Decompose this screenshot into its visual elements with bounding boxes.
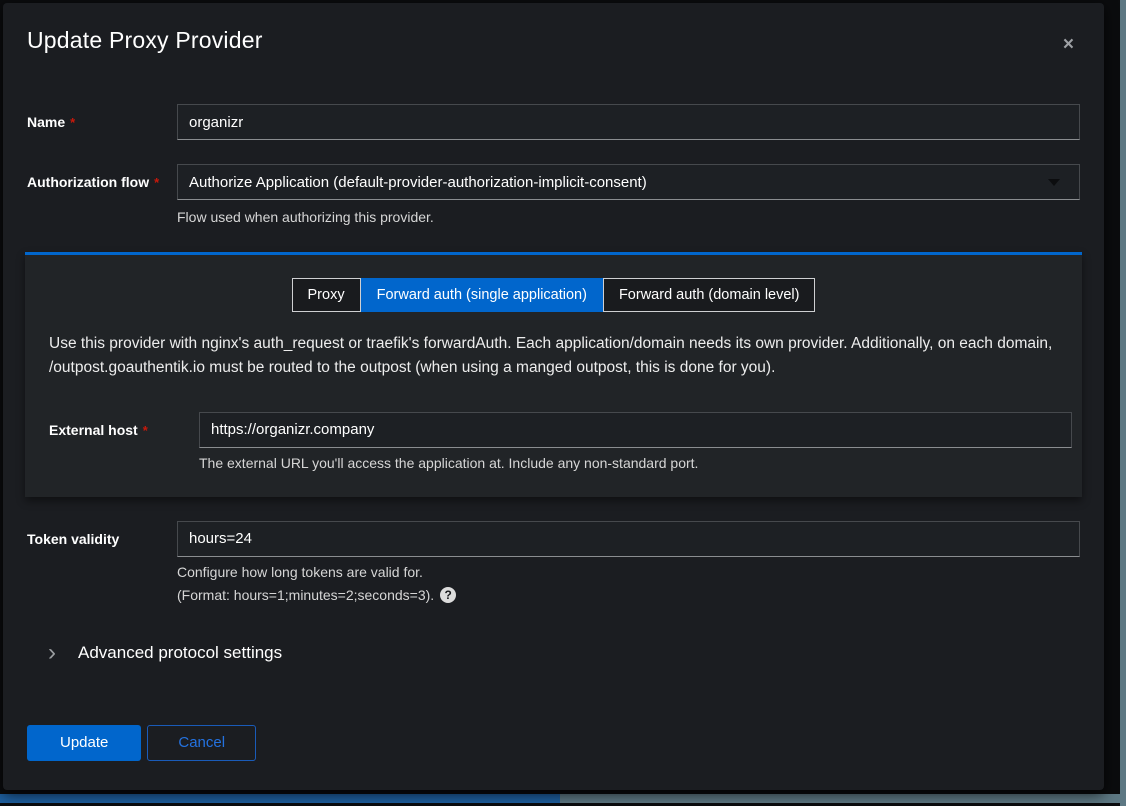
token-validity-row: Token validity Configure how long tokens… bbox=[27, 521, 1080, 605]
update-button[interactable]: Update bbox=[27, 725, 141, 761]
help-icon[interactable]: ? bbox=[440, 587, 456, 603]
advanced-protocol-settings-toggle[interactable]: › Advanced protocol settings bbox=[27, 641, 1080, 665]
authorization-flow-selected-value: Authorize Application (default-provider-… bbox=[189, 174, 647, 191]
update-proxy-provider-modal: Update Proxy Provider × Name * Authorizat… bbox=[3, 3, 1104, 790]
name-label-text: Name bbox=[27, 114, 65, 130]
modal-header: Update Proxy Provider × bbox=[27, 27, 1080, 58]
background-edge-right bbox=[1120, 0, 1126, 806]
token-validity-label: Token validity bbox=[27, 531, 177, 547]
external-host-label-text: External host bbox=[49, 422, 138, 438]
authorization-flow-label-text: Authorization flow bbox=[27, 174, 149, 190]
token-validity-label-text: Token validity bbox=[27, 531, 119, 547]
name-field-row: Name * bbox=[27, 104, 1080, 140]
external-host-row: External host* The external URL you'll a… bbox=[49, 412, 1058, 473]
mode-toggle-group: Proxy Forward auth (single application) … bbox=[49, 278, 1058, 312]
tab-forward-auth-single-application[interactable]: Forward auth (single application) bbox=[361, 278, 603, 312]
external-host-input[interactable] bbox=[199, 412, 1072, 448]
name-input[interactable] bbox=[177, 104, 1080, 140]
advanced-protocol-settings-label: Advanced protocol settings bbox=[78, 643, 282, 663]
authorization-flow-row: Authorization flow * Authorize Applicatio… bbox=[27, 164, 1080, 227]
authorization-flow-label: Authorization flow * bbox=[27, 174, 177, 190]
tab-proxy[interactable]: Proxy bbox=[292, 278, 361, 312]
provider-mode-card: Proxy Forward auth (single application) … bbox=[25, 252, 1082, 497]
chevron-down-icon bbox=[1048, 179, 1060, 186]
external-host-help: The external URL you'll access the appli… bbox=[199, 454, 1072, 473]
background-edge-bottom-teal bbox=[560, 794, 1120, 803]
authorization-flow-select[interactable]: Authorize Application (default-provider-… bbox=[177, 164, 1080, 200]
required-asterisk: * bbox=[154, 175, 159, 190]
required-asterisk: * bbox=[143, 423, 148, 438]
cancel-button[interactable]: Cancel bbox=[147, 725, 256, 761]
page-title: Update Proxy Provider bbox=[27, 27, 263, 54]
authorization-flow-help: Flow used when authorizing this provider… bbox=[177, 208, 1080, 227]
mode-description: Use this provider with nginx's auth_requ… bbox=[49, 332, 1058, 380]
close-icon[interactable]: × bbox=[1057, 31, 1080, 58]
tab-forward-auth-domain-level[interactable]: Forward auth (domain level) bbox=[603, 278, 816, 312]
background-edge-bottom-blue bbox=[0, 794, 560, 803]
chevron-right-icon: › bbox=[48, 641, 78, 665]
token-validity-format-text: (Format: hours=1;minutes=2;seconds=3). bbox=[177, 586, 434, 605]
name-label: Name * bbox=[27, 114, 177, 130]
required-asterisk: * bbox=[70, 115, 75, 130]
modal-footer: Update Cancel bbox=[27, 725, 1080, 761]
token-validity-help-line1: Configure how long tokens are valid for. bbox=[177, 563, 1080, 582]
token-validity-input[interactable] bbox=[177, 521, 1080, 557]
external-host-label: External host * bbox=[49, 422, 199, 438]
token-validity-help-line2: (Format: hours=1;minutes=2;seconds=3). ? bbox=[177, 586, 1080, 605]
